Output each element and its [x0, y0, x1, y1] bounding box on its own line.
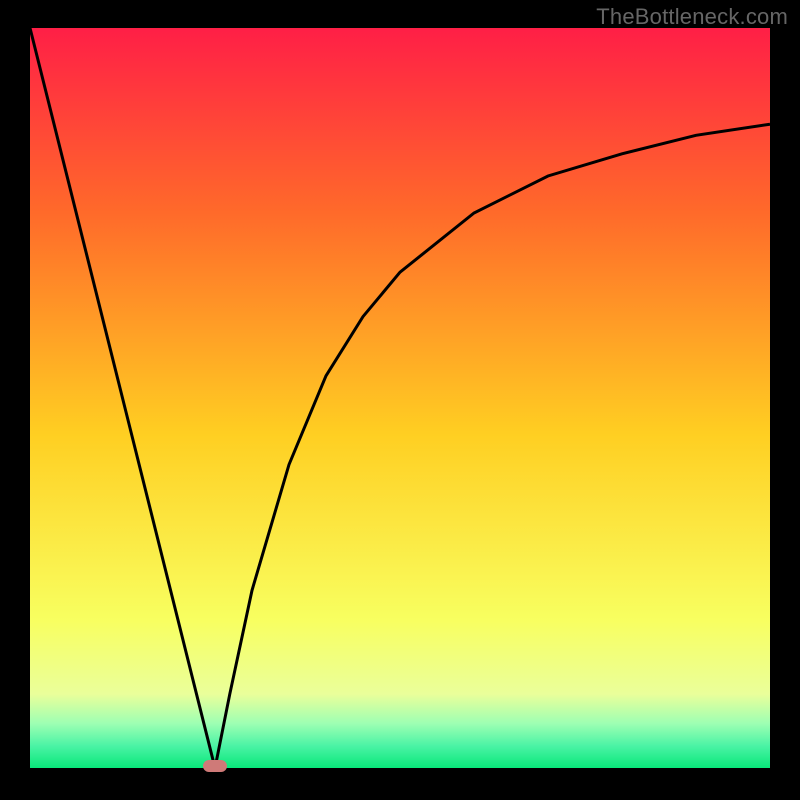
bottleneck-chart [30, 28, 770, 768]
optimal-point-marker [203, 760, 227, 772]
chart-container: TheBottleneck.com [0, 0, 800, 800]
watermark-text: TheBottleneck.com [596, 4, 788, 30]
gradient-background [30, 28, 770, 768]
